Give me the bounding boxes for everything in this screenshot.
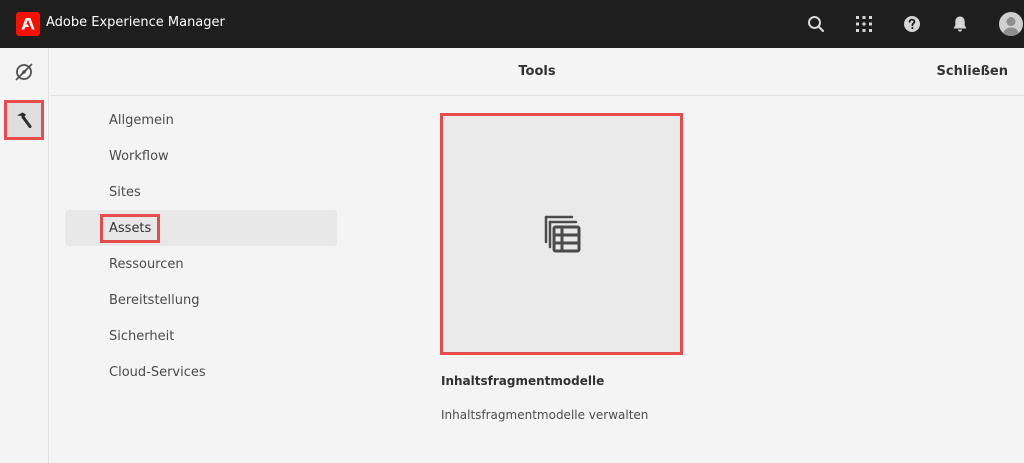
page-title: Tools (518, 64, 556, 79)
page-header: Tools Schließen (50, 48, 1024, 96)
tools-category-nav: Allgemein Workflow Sites Assets Ressourc… (65, 102, 337, 390)
nav-item-label: Cloud-Services (109, 364, 206, 380)
nav-item-sites[interactable]: Sites (65, 174, 337, 210)
search-icon[interactable] (804, 12, 828, 36)
nav-item-label: Allgemein (109, 112, 174, 128)
left-rail (0, 48, 49, 463)
card-description: Inhaltsfragmentmodelle verwalten (441, 408, 649, 422)
top-bar: Adobe Experience Manager (0, 0, 1024, 48)
nav-item-sicherheit[interactable]: Sicherheit (65, 318, 337, 354)
nav-item-workflow[interactable]: Workflow (65, 138, 337, 174)
content-fragment-models-card[interactable] (440, 113, 683, 355)
adobe-logo-icon[interactable] (16, 12, 40, 36)
nav-item-bereitstellung[interactable]: Bereitstellung (65, 282, 337, 318)
apps-grid-icon[interactable] (852, 12, 876, 36)
app-title[interactable]: Adobe Experience Manager (46, 15, 225, 30)
content-fragment-model-icon (544, 215, 580, 253)
close-button[interactable]: Schließen (937, 64, 1008, 79)
nav-item-label: Sites (109, 184, 141, 200)
nav-item-cloud-services[interactable]: Cloud-Services (65, 354, 337, 390)
nav-item-assets[interactable]: Assets (65, 210, 337, 246)
help-icon[interactable] (900, 12, 924, 36)
nav-item-allgemein[interactable]: Allgemein (65, 102, 337, 138)
navigation-compass-icon[interactable] (6, 54, 42, 90)
nav-item-label: Workflow (109, 148, 169, 164)
bell-icon[interactable] (948, 12, 972, 36)
nav-item-label: Sicherheit (109, 328, 175, 344)
tools-hammer-icon[interactable] (4, 100, 44, 140)
user-avatar-icon[interactable] (999, 12, 1023, 36)
nav-item-label: Ressourcen (109, 256, 184, 272)
nav-item-ressourcen[interactable]: Ressourcen (65, 246, 337, 282)
nav-item-label: Assets (99, 213, 161, 243)
nav-item-label: Bereitstellung (109, 292, 200, 308)
card-title[interactable]: Inhaltsfragmentmodelle (441, 374, 604, 388)
